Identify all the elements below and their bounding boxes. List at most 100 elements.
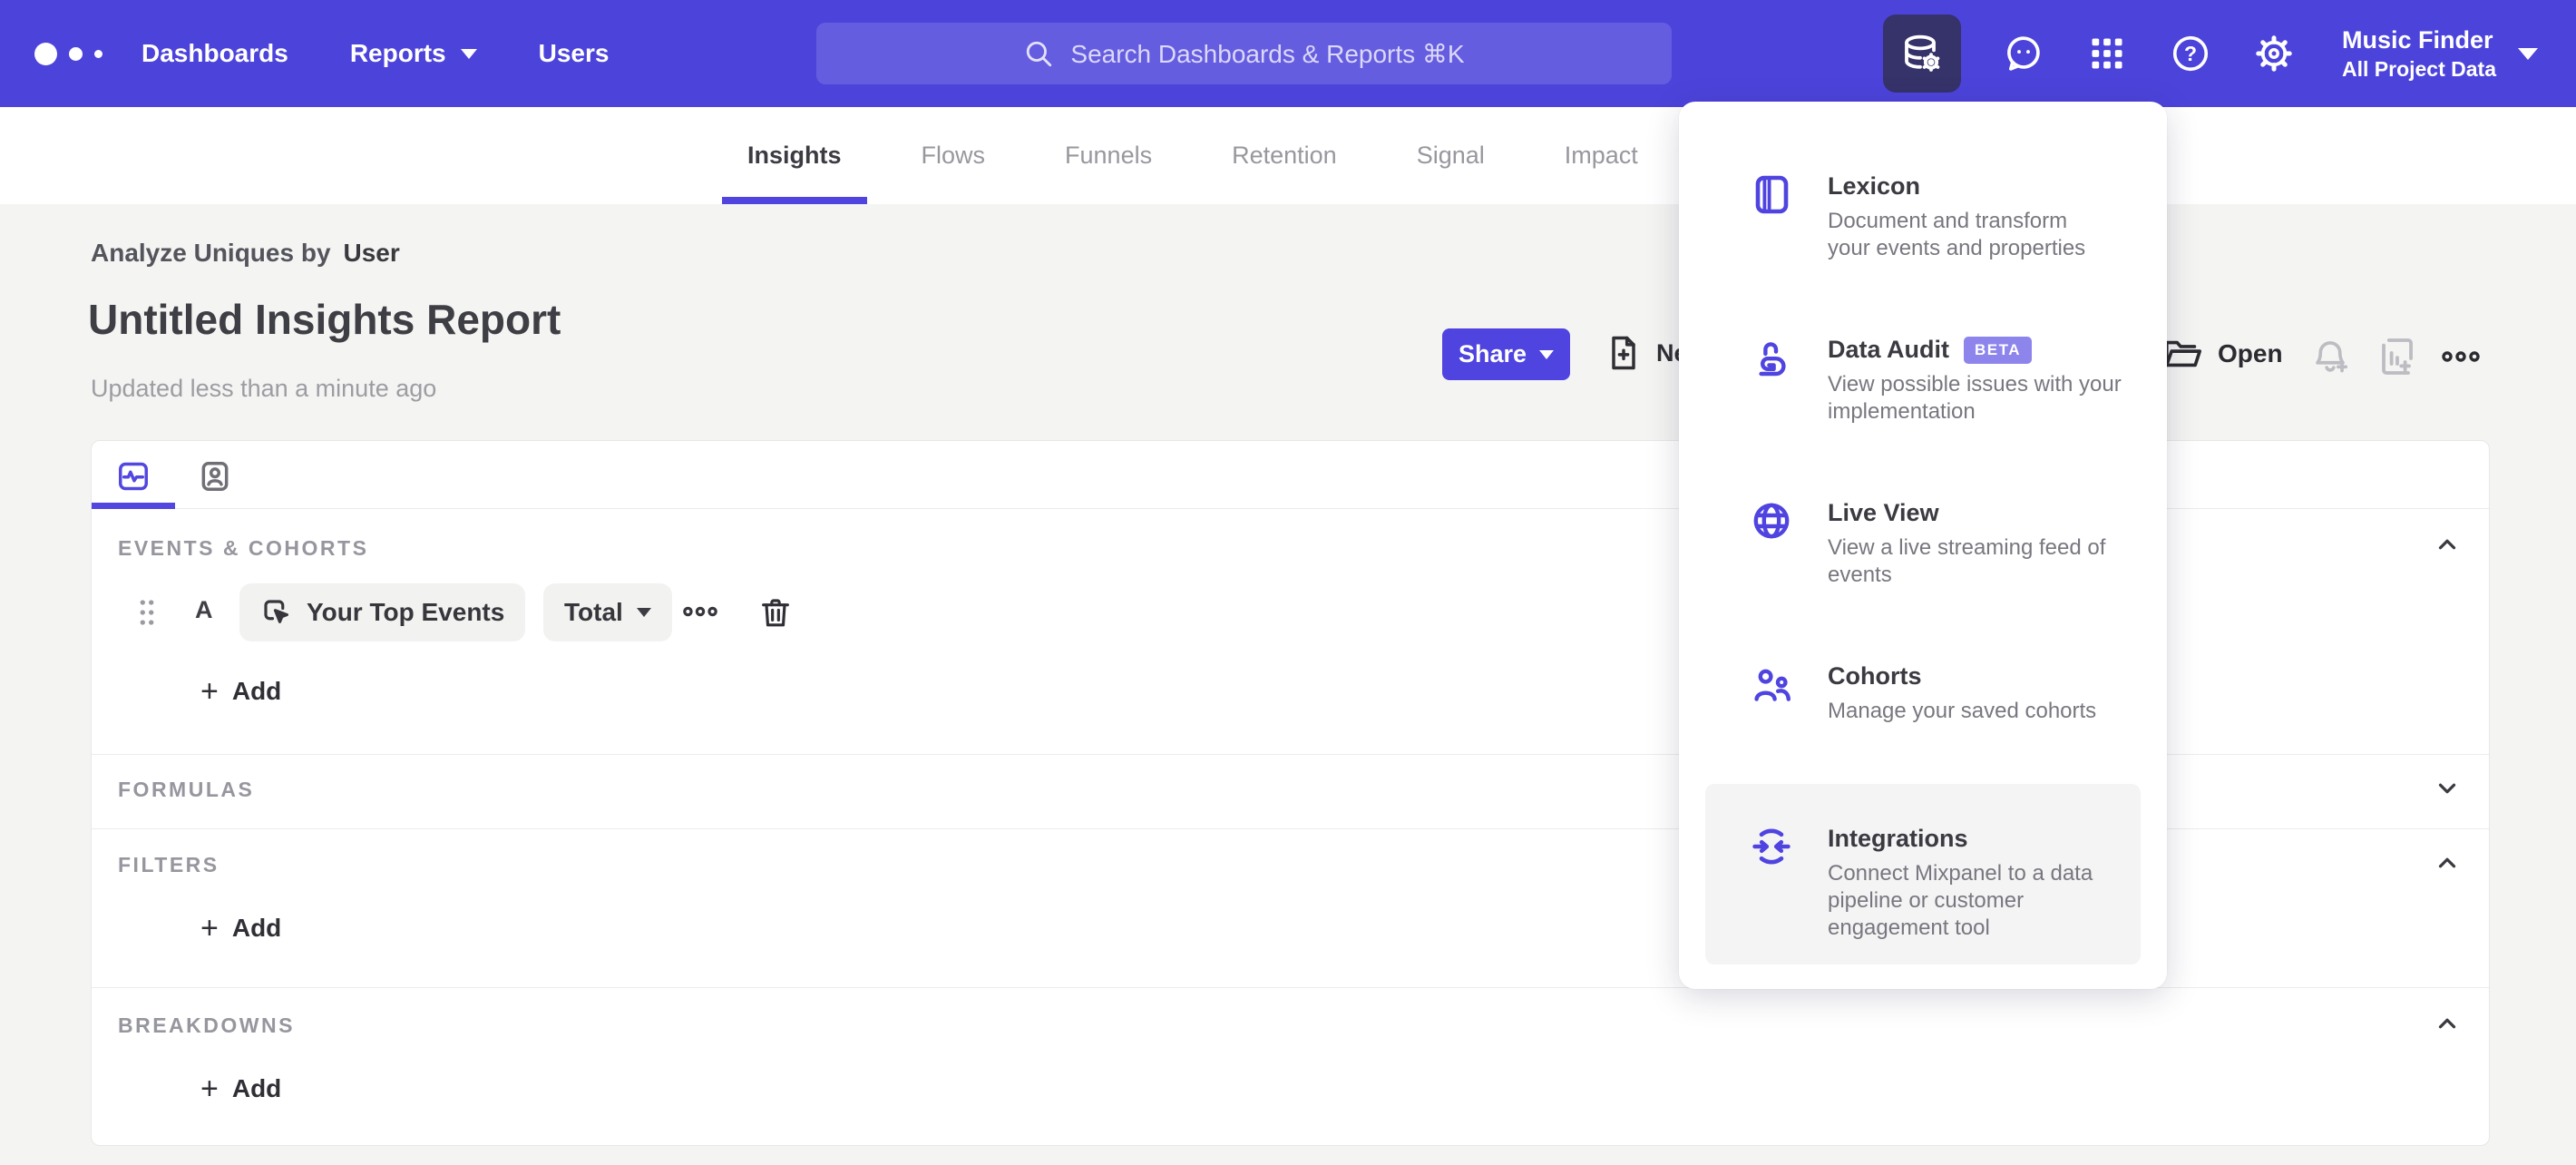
drag-handle[interactable] <box>137 596 157 629</box>
tab-impact[interactable]: Impact <box>1539 107 1664 204</box>
globe-icon <box>1750 499 1793 543</box>
menu-item-text: Live View View a live streaming feed of … <box>1828 499 2141 589</box>
nav-item-reports[interactable]: Reports <box>350 39 477 68</box>
logo-dot-medium <box>69 46 83 61</box>
report-tabs: Insights Flows Funnels Retention Signal … <box>722 107 1664 204</box>
help-icon: ? <box>2172 35 2209 72</box>
open-report-button[interactable]: Open <box>2161 333 2283 375</box>
help-button[interactable]: ? <box>2170 33 2211 74</box>
logo-dot-large <box>34 42 57 65</box>
feedback-button[interactable] <box>2003 33 2044 74</box>
search-icon <box>1027 41 1052 67</box>
section-label: FILTERS <box>118 853 220 876</box>
more-options-button[interactable] <box>2442 346 2480 367</box>
menu-item-text: Lexicon Document and transform your even… <box>1828 172 2104 262</box>
menu-item-data-audit[interactable]: Data Audit BETA View possible issues wit… <box>1705 336 2141 426</box>
settings-button[interactable] <box>2253 33 2295 74</box>
tab-label: Funnels <box>1065 142 1153 169</box>
menu-item-title: Integrations <box>1828 825 1968 852</box>
data-management-menu: Lexicon Document and transform your even… <box>1679 102 2167 989</box>
trash-icon <box>762 599 789 627</box>
document-plus-icon <box>1612 336 1635 370</box>
analyze-unit-selector[interactable]: User <box>344 239 400 267</box>
active-tab-underline <box>722 197 867 204</box>
updated-timestamp: Updated less than a minute ago <box>91 375 437 402</box>
nav-item-label: Reports <box>349 39 446 67</box>
menu-item-description: Connect Mixpanel to a data pipeline or c… <box>1828 861 2093 940</box>
menu-item-lexicon[interactable]: Lexicon Document and transform your even… <box>1705 172 2141 262</box>
activity-pulse-icon <box>119 462 148 491</box>
open-label: Open <box>2218 339 2283 367</box>
add-to-board-button[interactable] <box>2375 335 2418 378</box>
delete-row-button[interactable] <box>757 593 794 631</box>
tab-funnels[interactable]: Funnels <box>1039 107 1177 204</box>
share-button[interactable]: Share <box>1442 328 1570 380</box>
event-name: Your Top Events <box>307 598 505 626</box>
menu-item-description: Manage your saved cohorts <box>1828 699 2097 723</box>
apps-grid-icon <box>2092 38 2122 69</box>
profile-card-icon <box>201 462 229 491</box>
collapse-section-button[interactable] <box>2434 531 2461 558</box>
ellipsis-icon <box>2442 351 2480 362</box>
tab-signal[interactable]: Signal <box>1391 107 1510 204</box>
nav-item-dashboards[interactable]: Dashboards <box>141 39 288 68</box>
gear-icon <box>2256 35 2292 72</box>
beta-badge: BETA <box>1964 336 2033 364</box>
add-label: Add <box>231 677 282 705</box>
menu-item-integrations[interactable]: Integrations Connect Mixpanel to a data … <box>1705 784 2141 964</box>
events-view-tab[interactable] <box>116 459 151 494</box>
database-gear-icon <box>1905 34 1940 72</box>
nav-links: Dashboards Reports Users <box>141 0 609 107</box>
project-selector[interactable]: Music Finder All Project Data <box>2342 25 2496 83</box>
nav-item-label: Users <box>538 39 610 67</box>
report-content: Analyze Uniques by User Untitled Insights… <box>0 204 2576 1165</box>
add-breakdown-button[interactable]: + Add <box>200 1073 281 1104</box>
lexicon-book-icon <box>1750 172 1793 216</box>
tab-label: Signal <box>1416 142 1485 169</box>
add-event-button[interactable]: + Add <box>200 676 281 707</box>
metric-label: Total <box>564 598 623 626</box>
menu-item-text: Integrations Connect Mixpanel to a data … <box>1828 825 2120 964</box>
add-filter-button[interactable]: + Add <box>200 913 281 944</box>
plus-icon: + <box>200 674 219 709</box>
collapse-section-button[interactable] <box>2434 849 2461 876</box>
menu-item-title: Data Audit <box>1828 336 1949 363</box>
profiles-view-tab[interactable] <box>198 459 232 494</box>
bell-plus-icon <box>2316 341 2348 373</box>
menu-item-text: Data Audit BETA View possible issues wit… <box>1828 336 2147 426</box>
apps-grid-button[interactable] <box>2086 33 2128 74</box>
event-selector[interactable]: Your Top Events <box>239 583 526 641</box>
menu-item-text: Cohorts Manage your saved cohorts <box>1828 662 2141 725</box>
menu-item-title: Cohorts <box>1828 662 1922 690</box>
expand-section-button[interactable] <box>2434 775 2461 802</box>
report-title[interactable]: Untitled Insights Report <box>88 295 561 344</box>
metric-selector[interactable]: Total <box>543 583 672 641</box>
row-more-options[interactable] <box>683 602 717 622</box>
integrations-sync-icon <box>1750 825 1793 868</box>
tab-insights[interactable]: Insights <box>722 107 867 204</box>
menu-item-live-view[interactable]: Live View View a live streaming feed of … <box>1705 499 2141 589</box>
nav-item-users[interactable]: Users <box>539 39 610 68</box>
tab-retention[interactable]: Retention <box>1206 107 1362 204</box>
section-label: FORMULAS <box>118 778 255 801</box>
tab-flows[interactable]: Flows <box>896 107 1011 204</box>
tab-label: Insights <box>747 142 842 169</box>
collapse-section-button[interactable] <box>2434 1010 2461 1037</box>
data-management-button[interactable] <box>1883 15 1961 93</box>
create-alert-button[interactable] <box>2309 337 2351 378</box>
project-scope: All Project Data <box>2342 56 2496 81</box>
report-tabs-bar: Insights Flows Funnels Retention Signal … <box>0 107 2576 204</box>
lock-audit-icon <box>1750 336 1793 379</box>
chevron-down-icon <box>1539 349 1555 359</box>
chevron-up-icon <box>2438 1018 2456 1029</box>
nav-item-label: Dashboards <box>141 39 288 67</box>
menu-item-cohorts[interactable]: Cohorts Manage your saved cohorts <box>1705 662 2141 725</box>
search-input[interactable]: Search Dashboards & Reports ⌘K <box>816 23 1672 84</box>
search-placeholder: Search Dashboards & Reports ⌘K <box>1070 39 1465 68</box>
event-click-icon <box>264 600 288 623</box>
chevron-down-icon <box>460 48 477 59</box>
menu-item-description: View a live streaming feed of events <box>1828 535 2106 587</box>
chevron-up-icon <box>2438 857 2456 868</box>
chevron-down-icon <box>636 608 651 617</box>
add-label: Add <box>231 914 282 942</box>
